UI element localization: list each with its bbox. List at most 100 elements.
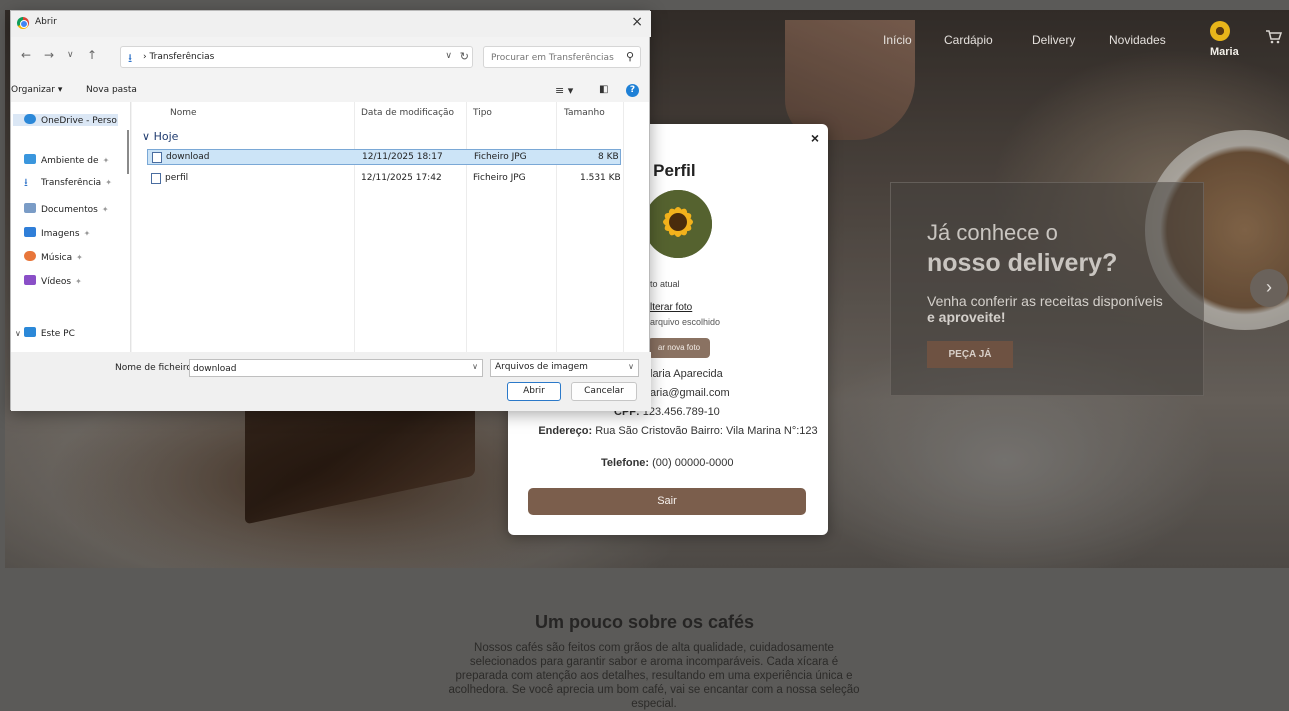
downloads-folder-icon: ⭳ [128, 51, 133, 65]
pin-icon: ✦ [105, 178, 112, 187]
sidebar-item-music[interactable]: Música ✦ [24, 251, 129, 263]
upload-photo-button[interactable]: ar nova foto [648, 338, 710, 358]
cpf-value: 123.456.789-10 [642, 406, 720, 418]
dialog-close-button[interactable]: × [631, 14, 643, 30]
group-header[interactable]: ∨ Hoje [142, 130, 178, 143]
filename-dropdown-icon[interactable]: ∨ [472, 362, 478, 371]
sidebar-item-label: Documentos [41, 205, 98, 215]
jpg-file-icon [151, 173, 161, 184]
filename-field[interactable]: ∨ [189, 359, 483, 377]
videos-icon [24, 275, 36, 285]
sidebar-item-onedrive[interactable]: OneDrive - Perso [13, 114, 118, 126]
pin-icon: ✦ [75, 277, 82, 286]
sidebar-item-label: OneDrive - Perso [41, 116, 117, 126]
cancel-button[interactable]: Cancelar [571, 382, 637, 401]
photo-caption: oto atual [645, 279, 680, 289]
filename-input[interactable] [193, 362, 463, 375]
about-text: Nossos cafés são feitos com grãos de alt… [448, 642, 860, 710]
carousel-next-button[interactable]: › [1250, 269, 1288, 307]
nav-novidades[interactable]: Novidades [1109, 33, 1166, 47]
address-label: Endereço: [538, 425, 593, 437]
filetype-select[interactable]: Arquivos de imagem ∨ [490, 359, 639, 377]
phone-value: (00) 00000-0000 [652, 457, 734, 469]
column-size[interactable]: Tamanho [564, 108, 605, 118]
file-list: Nome Data de modificação Tipo Tamanho ∨ … [132, 102, 649, 352]
sidebar-item-downloads[interactable]: ⭳ Transferência ✦ [24, 178, 129, 188]
cart-icon[interactable] [1266, 30, 1282, 44]
column-divider [466, 102, 467, 352]
dialog-footer: Nome de ficheiro: ∨ Arquivos de imagem ∨… [11, 352, 651, 411]
pin-icon: ✦ [101, 205, 109, 214]
pictures-icon [24, 227, 36, 237]
close-modal-button[interactable]: × [811, 130, 819, 146]
file-open-dialog: Abrir × ← → ∨ ↑ ⭳ › Transferências ∨ ↻ ⚲… [10, 10, 651, 411]
up-arrow-icon[interactable]: ↑ [87, 48, 97, 62]
sidebar-item-label: Música [41, 253, 73, 263]
documents-icon [24, 203, 36, 213]
file-modified: 12/11/2025 18:17 [362, 152, 443, 162]
sidebar-scrollbar[interactable] [127, 130, 129, 174]
filetype-dropdown-icon[interactable]: ∨ [628, 362, 634, 371]
new-folder-button[interactable]: Nova pasta [86, 85, 137, 95]
dialog-search-box[interactable]: ⚲ [483, 46, 641, 68]
promo-text-bold: e aproveite! [927, 309, 1006, 325]
user-name[interactable]: Maria [1210, 46, 1239, 58]
about-title: Um pouco sobre os cafés [534, 612, 755, 632]
file-type: Ficheiro JPG [473, 173, 526, 183]
profile-photo [644, 190, 712, 258]
search-icon[interactable]: ⚲ [626, 50, 634, 63]
open-button[interactable]: Abrir [507, 382, 561, 401]
promo-heading-line2: nosso delivery? [927, 249, 1118, 277]
help-icon[interactable]: ? [626, 84, 639, 97]
dialog-title: Abrir [35, 17, 57, 27]
column-name[interactable]: Nome [170, 108, 197, 118]
dialog-search-input[interactable] [491, 51, 619, 64]
column-type[interactable]: Tipo [473, 108, 492, 118]
dialog-nav-row: ← → ∨ ↑ ⭳ › Transferências ∨ ↻ ⚲ [11, 44, 651, 70]
logout-button[interactable]: Sair [528, 488, 806, 515]
group-label: Hoje [153, 130, 179, 143]
promo-text-main: Venha conferir as receitas disponíveis [927, 293, 1163, 309]
jpg-file-icon [152, 152, 162, 163]
download-icon: ⭳ [24, 178, 28, 188]
promo-text: Venha conferir as receitas disponíveis e… [927, 293, 1197, 325]
address-bar[interactable]: ⭳ › Transferências ∨ ↻ [120, 46, 473, 68]
breadcrumb[interactable]: › Transferências [143, 52, 214, 62]
expand-chevron-icon[interactable]: ∨ [15, 329, 21, 338]
sidebar-item-documents[interactable]: Documentos ✦ [24, 203, 129, 215]
desktop-icon [24, 154, 36, 164]
address-dropdown-icon[interactable]: ∨ [445, 51, 452, 61]
refresh-icon[interactable]: ↻ [460, 50, 469, 63]
recent-locations-chevron-icon[interactable]: ∨ [67, 50, 74, 60]
nav-inicio[interactable]: Início [883, 33, 912, 47]
sidebar-item-this-pc[interactable]: ∨ Este PC [15, 327, 120, 339]
filename-label: Nome de ficheiro: [115, 363, 195, 373]
change-photo-link[interactable]: lterar foto [650, 302, 692, 313]
file-row-perfil[interactable]: perfil 12/11/2025 17:42 Ficheiro JPG 1.5… [147, 171, 621, 187]
sidebar-item-label: Vídeos [41, 277, 72, 287]
file-row-download[interactable]: download 12/11/2025 18:17 Ficheiro JPG 8… [147, 149, 621, 165]
back-arrow-icon[interactable]: ← [21, 48, 31, 62]
sidebar-item-desktop[interactable]: Ambiente de ✦ [24, 154, 129, 166]
forward-arrow-icon[interactable]: → [44, 48, 54, 62]
sidebar-item-pictures[interactable]: Imagens ✦ [24, 227, 129, 239]
nav-delivery[interactable]: Delivery [1032, 33, 1075, 47]
file-size: 8 KB [598, 152, 619, 162]
dialog-command-bar: Organizar ▾ Nova pasta ≡ ▾ ◧ ? [11, 82, 651, 102]
column-modified[interactable]: Data de modificação [361, 108, 454, 118]
user-avatar[interactable] [1210, 21, 1230, 41]
profile-phone: Telefone: (00) 00000-0000 [601, 457, 733, 469]
preview-pane-icon[interactable]: ◧ [599, 84, 608, 95]
order-now-button[interactable]: PEÇA JÁ [927, 341, 1013, 368]
breadcrumb-folder[interactable]: Transferências [149, 52, 214, 62]
file-name: perfil [165, 173, 189, 183]
nav-cardapio[interactable]: Cardápio [944, 33, 993, 47]
sidebar-item-videos[interactable]: Vídeos ✦ [24, 275, 129, 287]
dialog-titlebar: Abrir × [11, 11, 651, 37]
view-options-icon[interactable]: ≡ ▾ [555, 84, 573, 97]
sidebar-item-label: Transferência [41, 178, 102, 188]
file-name: download [166, 152, 210, 162]
filetype-value: Arquivos de imagem [495, 362, 588, 372]
organize-button[interactable]: Organizar ▾ [11, 85, 62, 95]
column-divider [354, 102, 355, 352]
